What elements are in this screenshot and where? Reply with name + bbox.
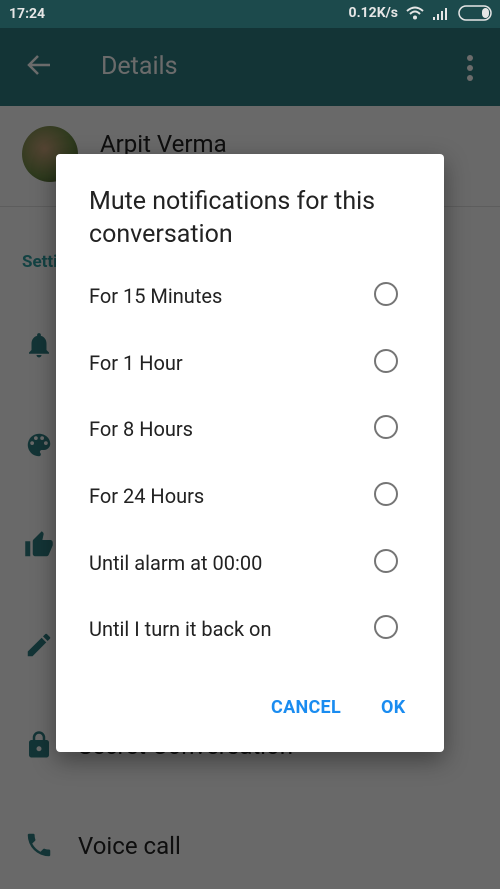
option-label: For 1 Hour	[89, 351, 183, 375]
option-label: For 24 Hours	[89, 484, 205, 508]
signal-icon	[433, 8, 447, 20]
radio-button[interactable]	[374, 615, 398, 639]
mute-option-8-hours[interactable]: For 8 Hours	[56, 397, 444, 463]
radio-button[interactable]	[374, 549, 398, 573]
dialog-title: Mute notifications for this conversation	[89, 187, 376, 249]
mute-option-until-turned-on[interactable]: Until I turn it back on	[56, 597, 444, 663]
status-time: 17:24	[9, 6, 46, 22]
network-speed: 0.12K/s	[348, 5, 398, 21]
radio-button[interactable]	[374, 482, 398, 506]
mute-option-15-minutes[interactable]: For 15 Minutes	[56, 264, 444, 330]
mute-notifications-dialog: Mute notifications for this conversation…	[56, 154, 444, 752]
option-label: For 15 Minutes	[89, 284, 223, 308]
radio-button[interactable]	[374, 349, 398, 373]
mute-option-24-hours[interactable]: For 24 Hours	[56, 464, 444, 530]
cancel-button[interactable]: CANCEL	[271, 697, 341, 718]
wifi-icon	[406, 6, 424, 20]
option-label: Until alarm at 00:00	[89, 551, 263, 575]
status-bar: 17:24 0.12K/s	[0, 0, 500, 28]
ok-button[interactable]: OK	[381, 697, 405, 718]
radio-button[interactable]	[374, 282, 398, 306]
option-label: For 8 Hours	[89, 417, 193, 441]
mute-option-1-hour[interactable]: For 1 Hour	[56, 331, 444, 397]
battery-icon	[458, 5, 492, 21]
mute-option-until-alarm[interactable]: Until alarm at 00:00	[56, 531, 444, 597]
option-label: Until I turn it back on	[89, 617, 272, 641]
radio-button[interactable]	[374, 415, 398, 439]
